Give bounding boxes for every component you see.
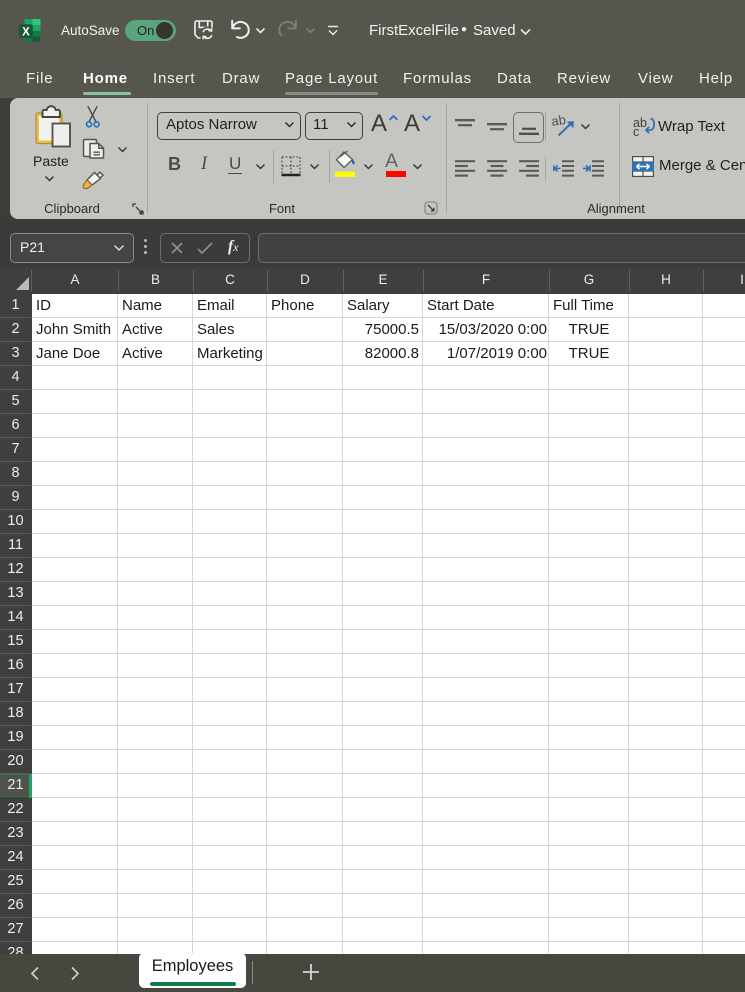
svg-text:ab: ab [552, 114, 567, 129]
svg-text:X: X [22, 27, 30, 39]
svg-text:c: c [633, 125, 639, 138]
